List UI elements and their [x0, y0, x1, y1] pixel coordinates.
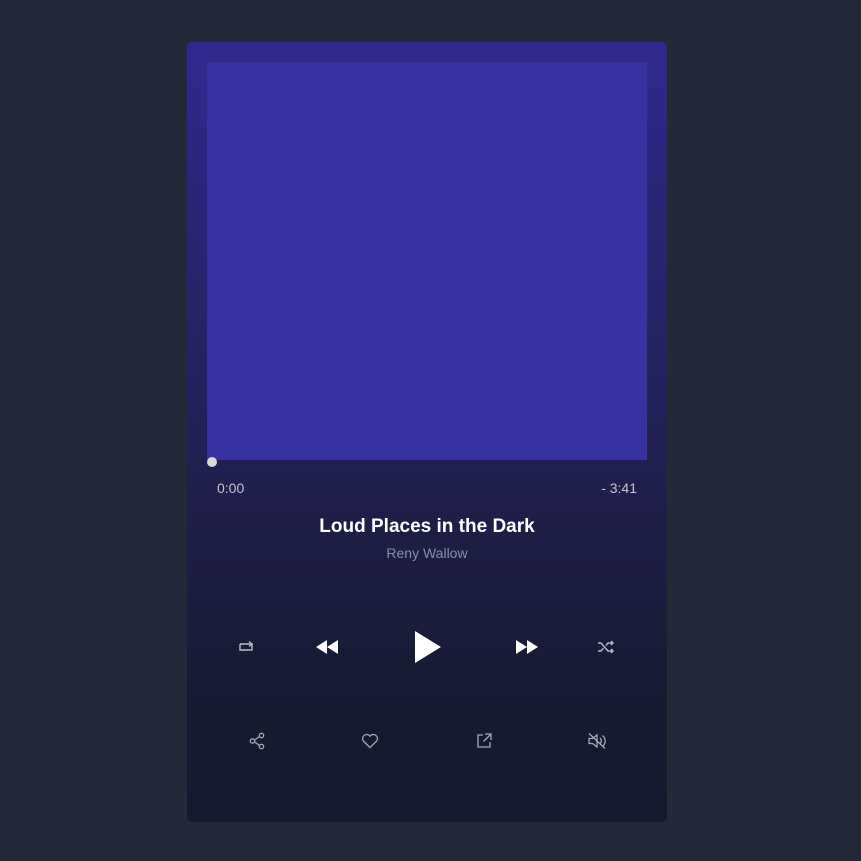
- track-artist: Reny Wallow: [386, 545, 468, 561]
- share-button[interactable]: [235, 719, 279, 763]
- rewind-button[interactable]: [305, 625, 349, 669]
- album-cover: [207, 62, 647, 460]
- shuffle-icon: [598, 640, 614, 654]
- mute-button[interactable]: [575, 719, 619, 763]
- repeat-icon: [239, 640, 254, 651]
- elapsed-time: 0:00: [217, 480, 245, 496]
- fast-forward-icon: [516, 640, 538, 654]
- play-button[interactable]: [400, 619, 456, 675]
- shuffle-button[interactable]: [584, 625, 628, 669]
- heart-icon: [361, 733, 379, 749]
- rewind-icon: [316, 640, 338, 654]
- share-icon: [249, 732, 265, 750]
- external-link-icon: [477, 733, 492, 748]
- fast-forward-button[interactable]: [505, 625, 549, 669]
- like-button[interactable]: [348, 719, 392, 763]
- music-player-card: 0:00 - 3:41 Loud Places in the Dark Reny…: [187, 42, 667, 822]
- open-external-button[interactable]: [462, 719, 506, 763]
- track-title: Loud Places in the Dark: [319, 516, 535, 537]
- repeat-button[interactable]: [225, 625, 269, 669]
- play-icon: [415, 631, 441, 663]
- progress-handle[interactable]: [207, 457, 217, 467]
- volume-mute-icon: [588, 733, 606, 749]
- progress-bar[interactable]: [207, 457, 647, 467]
- remaining-time: - 3:41: [601, 480, 637, 496]
